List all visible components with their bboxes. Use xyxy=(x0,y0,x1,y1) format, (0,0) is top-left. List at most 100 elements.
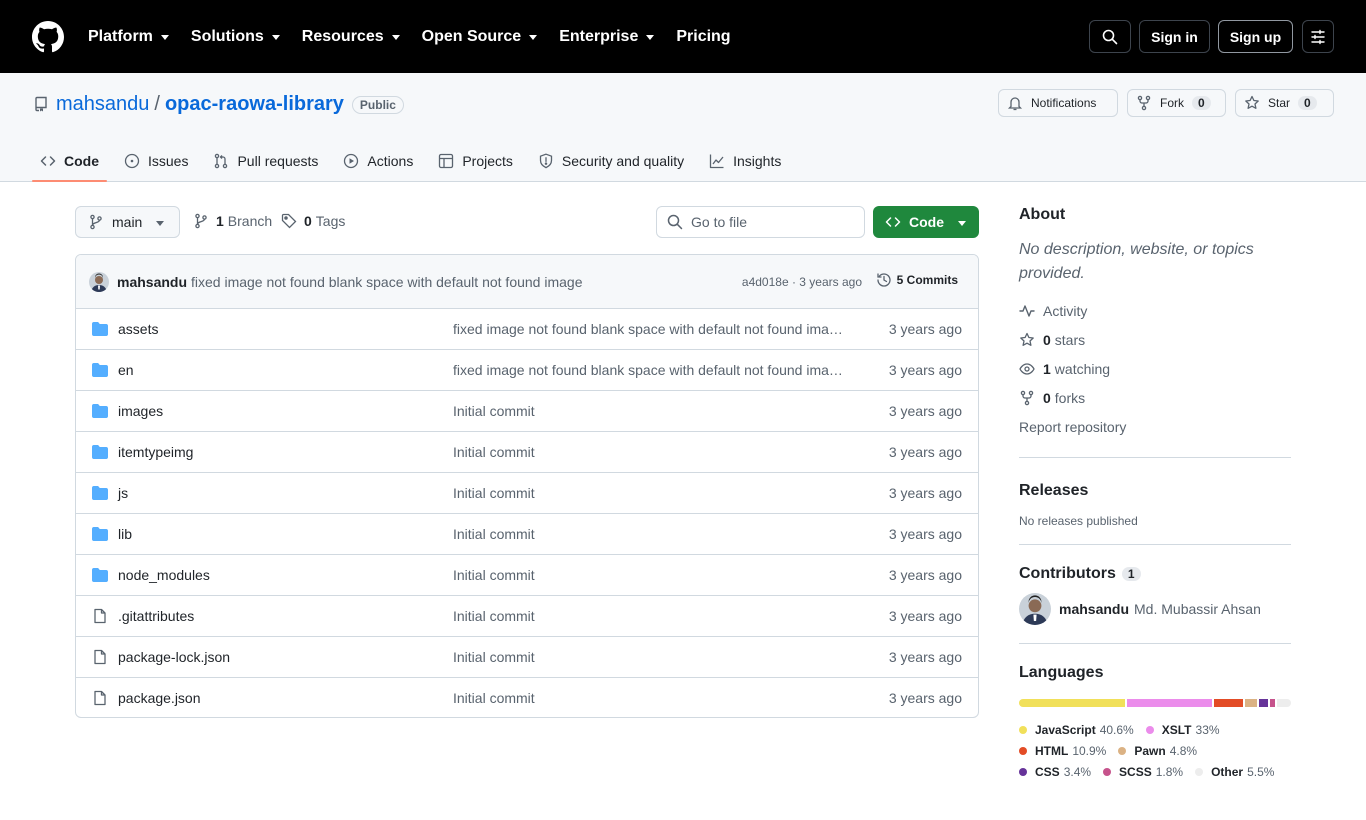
fork-button[interactable]: Fork 0 xyxy=(1127,89,1226,117)
releases-heading[interactable]: Releases xyxy=(1019,482,1291,500)
language-item[interactable]: JavaScript 40.6% xyxy=(1019,719,1134,740)
table-row: node_modules Initial commit 3 years ago xyxy=(76,555,978,596)
avatar[interactable] xyxy=(89,272,109,292)
play-icon xyxy=(344,153,359,168)
shield-icon xyxy=(539,153,553,168)
branch-select-button[interactable]: main xyxy=(75,206,180,238)
language-percent: 10.9% xyxy=(1072,743,1107,758)
go-to-file-input[interactable] xyxy=(691,214,851,230)
language-item[interactable]: SCSS 1.8% xyxy=(1103,761,1183,782)
notifications-label: Notifications xyxy=(1031,96,1097,110)
nav-open-source[interactable]: Open Source xyxy=(422,28,538,46)
forks-link[interactable]: 0 forks xyxy=(1019,383,1291,412)
nav-platform[interactable]: Platform xyxy=(88,28,169,46)
file-name-link[interactable]: itemtypeimg xyxy=(118,444,193,460)
star-icon xyxy=(1020,332,1034,346)
language-name: Other xyxy=(1211,764,1244,779)
commit-sha-time[interactable]: a4d018e · 3 years ago xyxy=(742,275,862,289)
branches-link[interactable]: 1 Branch xyxy=(193,213,272,229)
code-button[interactable]: Code xyxy=(873,206,979,238)
contributor-login[interactable]: mahsandu xyxy=(1059,601,1129,617)
repo-name-link[interactable]: opac-raowa-library xyxy=(165,93,344,116)
language-item[interactable]: XSLT 33% xyxy=(1145,719,1220,740)
activity-label: Activity xyxy=(1043,302,1088,319)
github-logo-icon[interactable] xyxy=(32,21,64,53)
sign-in-button[interactable]: Sign in xyxy=(1139,20,1210,53)
language-item[interactable]: CSS 3.4% xyxy=(1019,761,1091,782)
nav-solutions[interactable]: Solutions xyxy=(191,28,280,46)
file-name-link[interactable]: node_modules xyxy=(118,567,210,583)
contributors-count: 1 xyxy=(1121,567,1141,581)
language-percent: 33% xyxy=(1195,722,1220,737)
sidebar: About No description, website, or topics… xyxy=(1019,206,1291,782)
activity-link[interactable]: Activity xyxy=(1019,296,1291,325)
file-commit-message-link[interactable]: Initial commit xyxy=(453,403,843,419)
menu-button[interactable] xyxy=(1302,20,1334,53)
language-item[interactable]: Pawn 4.8% xyxy=(1118,740,1197,761)
tags-link[interactable]: 0 Tags xyxy=(281,213,345,229)
tab-pull-requests[interactable]: Pull requests xyxy=(205,139,326,182)
file-name-link[interactable]: lib xyxy=(118,526,132,542)
tab-actions[interactable]: Actions xyxy=(335,139,421,182)
language-list: JavaScript 40.6% XSLT 33% HTML 10.9% Pawn 4.8% C… xyxy=(1019,719,1291,782)
file-commit-time: 3 years ago xyxy=(888,444,962,460)
language-item[interactable]: Other 5.5% xyxy=(1195,761,1274,782)
commit-message-link[interactable]: fixed image not found blank space with d… xyxy=(191,274,582,290)
language-bar-segment xyxy=(1270,699,1275,707)
nav-pricing[interactable]: Pricing xyxy=(676,28,730,46)
language-bar-segment xyxy=(1276,699,1291,707)
watching-link[interactable]: 1 watching xyxy=(1019,354,1291,383)
file-name-link[interactable]: package-lock.json xyxy=(118,649,230,665)
file-commit-message-link[interactable]: Initial commit xyxy=(453,526,843,542)
file-name-link[interactable]: en xyxy=(118,362,134,378)
file-commit-message-link[interactable]: Initial commit xyxy=(453,567,843,583)
folder-icon xyxy=(92,403,108,419)
about-stats: Activity 0 stars 1 watching 0 forks Repo… xyxy=(1019,296,1291,441)
code-button-label: Code xyxy=(909,214,944,230)
file-name-link[interactable]: .gitattributes xyxy=(118,608,194,624)
eye-icon xyxy=(1019,362,1035,375)
commits-history-link[interactable]: 5 Commits xyxy=(876,272,958,288)
code-icon xyxy=(40,155,56,166)
file-name-link[interactable]: package.json xyxy=(118,690,201,706)
repo-owner-link[interactable]: mahsandu xyxy=(56,93,149,116)
file-commit-time: 3 years ago xyxy=(888,690,962,706)
language-dot-icon xyxy=(1195,767,1204,776)
nav-resources[interactable]: Resources xyxy=(302,28,400,46)
caret-down-icon xyxy=(646,35,655,40)
tab-security[interactable]: Security and quality xyxy=(530,139,692,182)
avatar[interactable] xyxy=(1019,593,1051,625)
file-commit-message-link[interactable]: Initial commit xyxy=(453,649,843,665)
tab-issues[interactable]: Issues xyxy=(116,139,196,182)
issue-icon xyxy=(124,153,140,168)
notifications-button[interactable]: Notifications xyxy=(998,89,1118,117)
language-bar-segment xyxy=(1214,699,1243,707)
tab-insights[interactable]: Insights xyxy=(701,139,789,182)
language-dot-icon xyxy=(1118,746,1127,755)
file-commit-message-link[interactable]: fixed image not found blank space with d… xyxy=(453,362,843,378)
report-repository-link[interactable]: Report repository xyxy=(1019,412,1291,441)
contributors-heading[interactable]: Contributors xyxy=(1019,565,1116,583)
file-commit-message-link[interactable]: Initial commit xyxy=(453,444,843,460)
search-button[interactable] xyxy=(1089,20,1131,53)
tab-projects[interactable]: Projects xyxy=(430,139,521,182)
languages-heading: Languages xyxy=(1019,664,1104,681)
nav-label: Solutions xyxy=(190,27,264,45)
star-button[interactable]: Star 0 xyxy=(1235,89,1334,117)
file-commit-message-link[interactable]: Initial commit xyxy=(453,485,843,501)
file-commit-message-link[interactable]: fixed image not found blank space with d… xyxy=(453,321,843,337)
sign-up-button[interactable]: Sign up xyxy=(1218,20,1293,53)
file-commit-message-link[interactable]: Initial commit xyxy=(453,690,843,706)
stars-link[interactable]: 0 stars xyxy=(1019,325,1291,354)
file-commit-message-link[interactable]: Initial commit xyxy=(453,608,843,624)
file-name-link[interactable]: assets xyxy=(118,321,158,337)
contributor-item[interactable]: mahsandu Md. Mubassir Ahsan xyxy=(1019,593,1291,625)
tab-label: Issues xyxy=(148,152,189,169)
commit-author-link[interactable]: mahsandu xyxy=(117,274,187,290)
nav-label: Open Source xyxy=(421,27,522,45)
file-name-link[interactable]: js xyxy=(118,485,128,501)
tab-code[interactable]: Code xyxy=(32,139,107,182)
language-item[interactable]: HTML 10.9% xyxy=(1019,740,1106,761)
file-name-link[interactable]: images xyxy=(118,403,163,419)
nav-enterprise[interactable]: Enterprise xyxy=(559,28,655,46)
